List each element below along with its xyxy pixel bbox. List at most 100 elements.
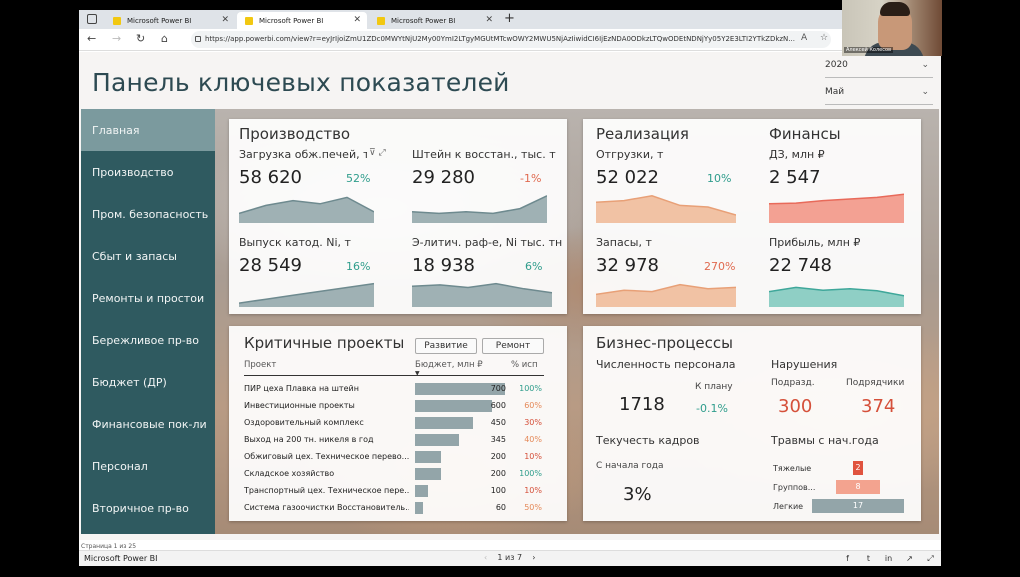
- read-aloud-icon[interactable]: A: [801, 33, 807, 43]
- year-slicer[interactable]: 2020 ⌄: [825, 60, 933, 78]
- month-slicer[interactable]: Май ⌄: [825, 87, 933, 105]
- sparkline-chart: [412, 195, 547, 223]
- budget-value: 100: [490, 486, 506, 495]
- column-header-budget[interactable]: Бюджет, млн ₽: [415, 360, 483, 370]
- screen: Microsoft Power BI ✕ Microsoft Power BI …: [0, 0, 1020, 577]
- sidebar-item-finance[interactable]: Финансовые пок-ли: [81, 403, 215, 445]
- completion-percent: 30%: [524, 418, 542, 427]
- fullscreen-icon[interactable]: ⤢: [926, 554, 935, 563]
- project-name: Инвестиционные проекты: [244, 401, 355, 410]
- table-row[interactable]: Оздоровительный комплекс 450 30%: [244, 415, 544, 432]
- report-footer: Microsoft Power BI ‹ 1 из 7 › f t in ↗ ⤢: [79, 550, 941, 566]
- kpi-label: ДЗ, млн ₽: [769, 148, 825, 161]
- sidebar-item-home[interactable]: Главная: [81, 109, 215, 151]
- plan-value: -0.1%: [696, 402, 728, 415]
- sparkline-chart: [769, 193, 904, 223]
- powerbi-icon: [377, 16, 385, 25]
- linkedin-icon[interactable]: in: [884, 554, 893, 563]
- sidebar-item-safety[interactable]: Пром. безопасность: [81, 193, 215, 235]
- project-name: ПИР цеха Плавка на штейн: [244, 384, 359, 393]
- close-icon[interactable]: ✕: [221, 15, 229, 25]
- kpi-label: Загрузка обж.печей, т: [239, 148, 367, 161]
- turnover-label: Текучесть кадров: [596, 434, 700, 447]
- browser-tab-3[interactable]: Microsoft Power BI ✕: [369, 12, 499, 29]
- injury-label: Тяжелые: [773, 464, 812, 473]
- budget-value: 200: [490, 452, 506, 461]
- column-header-project[interactable]: Проект: [244, 360, 276, 370]
- sidebar-item-production[interactable]: Производство: [81, 151, 215, 193]
- development-button[interactable]: Развитие: [415, 338, 477, 354]
- header-divider: [244, 375, 544, 376]
- completion-percent: 100%: [519, 469, 542, 478]
- sparkline-chart: [769, 286, 904, 307]
- close-icon[interactable]: ✕: [485, 15, 493, 25]
- kpi-value: 52 022: [596, 167, 659, 188]
- facebook-icon[interactable]: f: [843, 554, 852, 563]
- injury-label: Группов...: [773, 483, 816, 492]
- sparkline-chart: [596, 195, 736, 223]
- kpi-percent: 52%: [346, 172, 371, 185]
- card-title: Реализация: [596, 125, 689, 143]
- new-tab-button[interactable]: +: [504, 11, 515, 26]
- sidebar-item-sales[interactable]: Сбыт и запасы: [81, 235, 215, 277]
- completion-percent: 50%: [524, 503, 542, 512]
- filter-icon[interactable]: ⊽ ⤢: [369, 148, 386, 158]
- violations-contractors-label: Подрядчики: [846, 378, 905, 388]
- report-canvas: Главная Производство Пром. безопасность …: [81, 109, 939, 534]
- completion-percent: 60%: [524, 401, 542, 410]
- project-name: Транспортный цех. Техническое пере...: [244, 486, 409, 495]
- table-row[interactable]: Выход на 200 тн. никеля в год 345 40%: [244, 432, 544, 449]
- next-page-icon[interactable]: ›: [532, 553, 535, 562]
- browser-tab-2[interactable]: Microsoft Power BI ✕: [237, 12, 367, 29]
- browser-tab-1[interactable]: Microsoft Power BI ✕: [105, 12, 235, 29]
- kpi-value: 29 280: [412, 167, 475, 188]
- close-icon[interactable]: ✕: [353, 15, 361, 25]
- favorite-icon[interactable]: ☆: [820, 33, 828, 43]
- sidebar-item-label: Ремонты и простои: [92, 291, 205, 305]
- column-header-percent[interactable]: % исп: [511, 360, 538, 370]
- budget-value: 600: [490, 401, 506, 410]
- sidebar-nav: Главная Производство Пром. безопасность …: [81, 109, 215, 534]
- repair-button[interactable]: Ремонт: [482, 338, 544, 354]
- webcam-overlay: Алексей Колесов: [842, 0, 942, 56]
- table-row[interactable]: Складское хозяйство 200 100%: [244, 466, 544, 483]
- table-row[interactable]: Система газоочистки Восстановитель... 60 5…: [244, 500, 544, 517]
- table-row[interactable]: Обжиговый цех. Техническое перево... 200 1…: [244, 449, 544, 466]
- sidebar-item-label: Персонал: [92, 459, 148, 473]
- share-icon[interactable]: ↗: [905, 554, 914, 563]
- budget-value: 200: [490, 469, 506, 478]
- url-field[interactable]: https://app.powerbi.com/view?r=eyJrIjoiZ…: [191, 31, 831, 48]
- pager: ‹ 1 из 7 ›: [484, 553, 535, 562]
- sidebar-item-personnel[interactable]: Персонал: [81, 445, 215, 487]
- table-row[interactable]: ПИР цеха Плавка на штейн 700 100%: [244, 381, 544, 398]
- card-title: Финансы: [769, 125, 841, 143]
- table-row[interactable]: Инвестиционные проекты 600 60%: [244, 398, 544, 415]
- table-row[interactable]: Транспортный цех. Техническое пере... 100…: [244, 483, 544, 500]
- footer-brand: Microsoft Power BI: [84, 554, 158, 563]
- sidebar-item-budget[interactable]: Бюджет (ДР): [81, 361, 215, 403]
- chevron-down-icon: ⌄: [921, 87, 929, 97]
- refresh-icon[interactable]: ↻: [136, 32, 145, 45]
- sidebar-item-label: Бережливое пр-во: [92, 333, 199, 347]
- budget-value: 345: [490, 435, 506, 444]
- url-text: https://app.powerbi.com/view?r=eyJrIjoiZ…: [205, 35, 795, 43]
- sidebar-item-repairs[interactable]: Ремонты и простои: [81, 277, 215, 319]
- sidebar-item-secondary[interactable]: Вторичное пр-во: [81, 487, 215, 529]
- tab-actions-icon[interactable]: [87, 14, 97, 24]
- projects-card: Критичные проекты Развитие Ремонт Проект…: [229, 326, 567, 521]
- prev-page-icon[interactable]: ‹: [484, 553, 487, 562]
- budget-bar: [415, 502, 423, 514]
- forward-icon[interactable]: →: [112, 32, 121, 45]
- budget-bar: [415, 451, 441, 463]
- sidebar-item-lean[interactable]: Бережливое пр-во: [81, 319, 215, 361]
- project-name: Обжиговый цех. Техническое перево...: [244, 452, 409, 461]
- back-icon[interactable]: ←: [87, 32, 96, 45]
- twitter-icon[interactable]: t: [864, 554, 873, 563]
- injury-bar: 2: [852, 461, 864, 475]
- home-icon[interactable]: ⌂: [161, 32, 168, 45]
- sidebar-item-label: Производство: [92, 165, 174, 179]
- kpi-label: Штейн к восстан., тыс. т: [412, 148, 556, 161]
- project-name: Система газоочистки Восстановитель...: [244, 503, 409, 512]
- sparkline-area: [769, 194, 904, 223]
- tab-label: Microsoft Power BI: [391, 16, 456, 25]
